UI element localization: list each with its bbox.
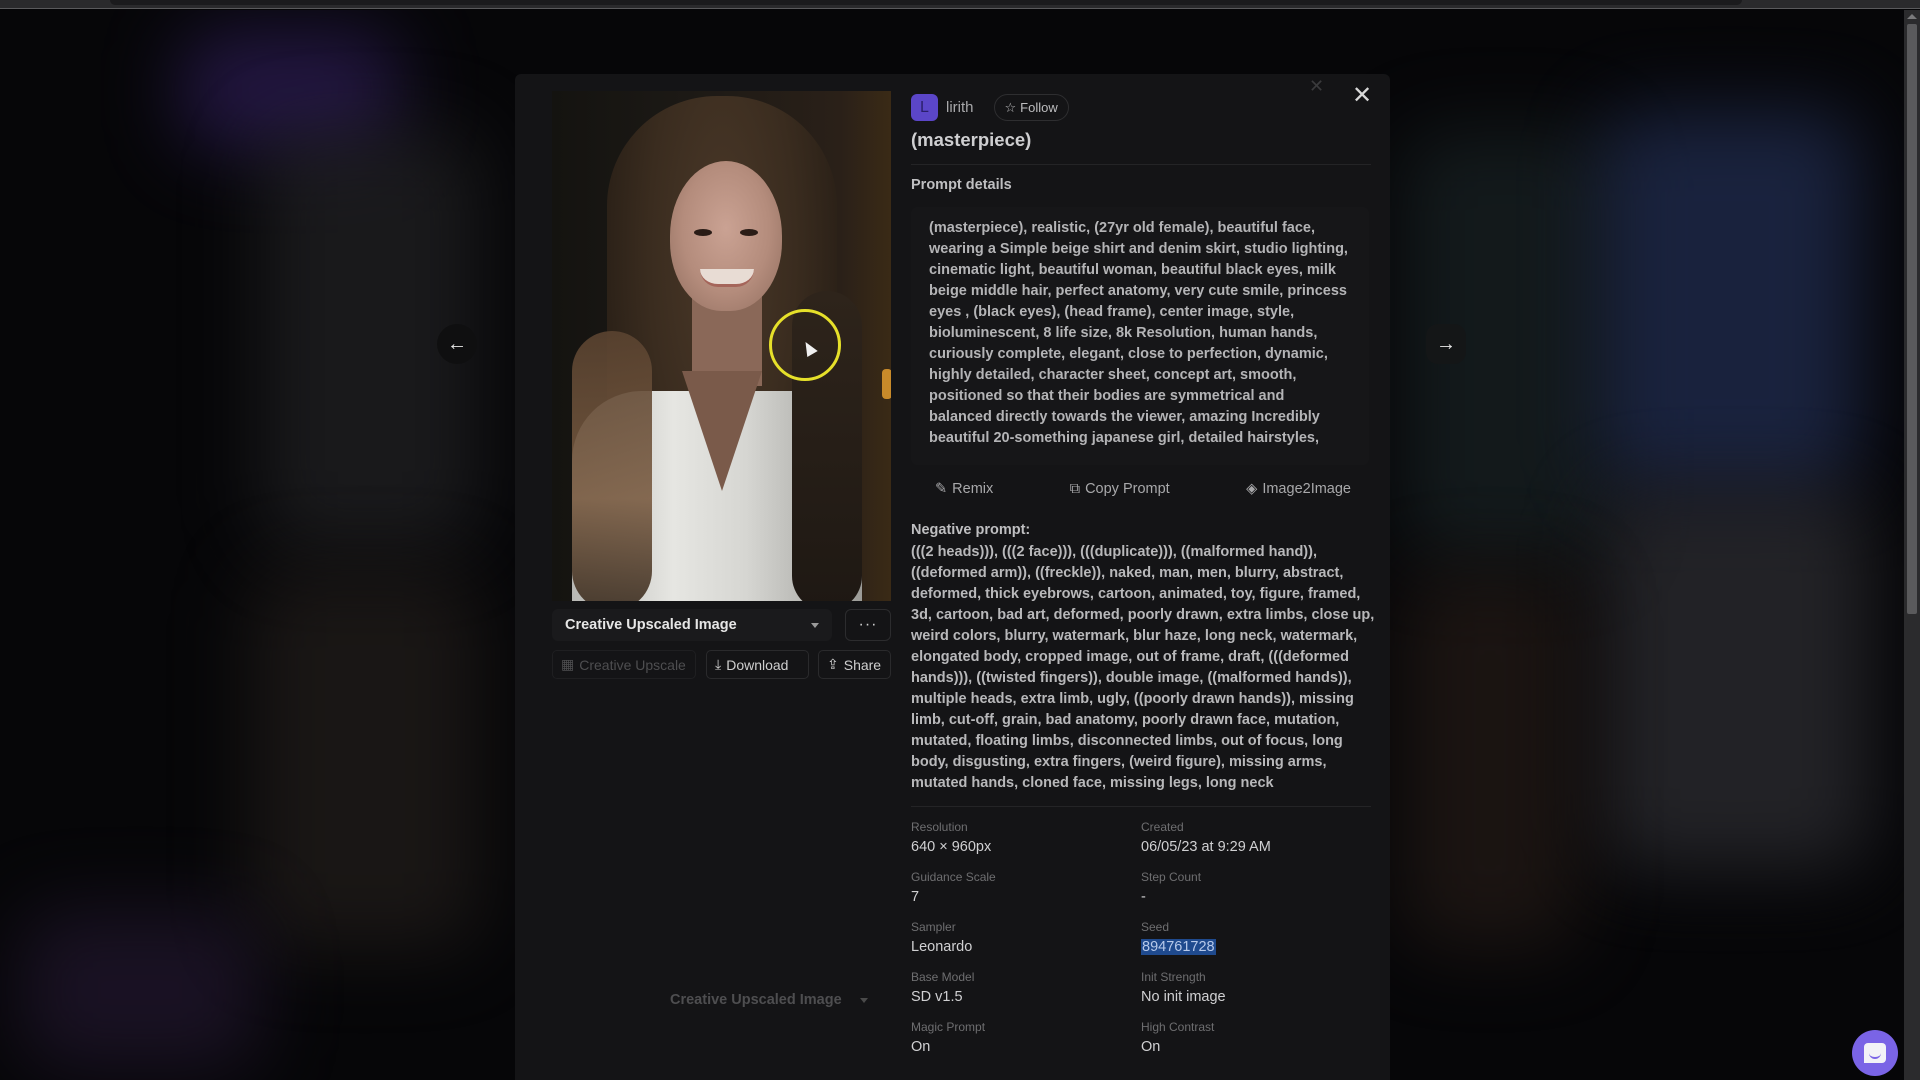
avatar-initial: L <box>920 98 929 116</box>
browser-tab-bar <box>110 0 1742 5</box>
meta-value: 640 × 960px <box>911 839 992 855</box>
copy-icon: ⧉ <box>1069 481 1081 497</box>
image-light-accent <box>882 369 891 399</box>
ghost-variant-select-value: Creative Upscaled Image <box>670 992 842 1008</box>
title-divider <box>911 164 1371 165</box>
copy-prompt-label: Copy Prompt <box>1085 481 1170 497</box>
meta-base-model: Base Model SD v1.5 <box>911 970 1141 1005</box>
faint-close-icon: ✕ <box>1309 76 1325 96</box>
meta-label: Guidance Scale <box>911 870 996 884</box>
meta-value: SD v1.5 <box>911 989 963 1005</box>
meta-step-count: Step Count - <box>1141 870 1371 905</box>
support-chat-button[interactable] <box>1852 1030 1898 1076</box>
meta-label: Sampler <box>911 920 956 934</box>
backdrop-blob <box>1600 110 1860 490</box>
meta-value: On <box>911 1039 931 1055</box>
image-smile <box>700 269 754 287</box>
remix-label: Remix <box>952 481 994 497</box>
image2image-label: Image2Image <box>1262 481 1351 497</box>
share-icon: ⇪ <box>827 656 839 672</box>
image-eye <box>694 229 712 236</box>
meta-magic-prompt: Magic Prompt On <box>911 1020 1141 1055</box>
ellipsis-icon: ··· <box>858 616 878 633</box>
backdrop-blob <box>250 570 480 950</box>
meta-label: Resolution <box>911 820 968 834</box>
meta-value: On <box>1141 1039 1161 1055</box>
follow-button[interactable]: ☆ Follow <box>993 94 1069 121</box>
meta-label: Seed <box>1141 920 1170 934</box>
copy-prompt-button[interactable]: ⧉ Copy Prompt <box>1070 472 1170 506</box>
meta-sampler: Sampler Leonardo <box>911 920 1141 955</box>
meta-value: 06/05/23 at 9:29 AM <box>1141 839 1271 855</box>
meta-value: Leonardo <box>911 939 973 955</box>
meta-seed: Seed 894761728 <box>1141 920 1371 955</box>
prompt-text: (masterpiece), realistic, (27yr old fema… <box>911 207 1369 465</box>
author-name[interactable]: lirith <box>946 99 974 116</box>
scroll-up-arrow-icon[interactable] <box>1907 14 1917 19</box>
meta-created: Created 06/05/23 at 9:29 AM <box>1141 820 1371 855</box>
creative-upscale-button[interactable]: ▦ Creative Upscale <box>552 650 696 679</box>
meta-label: High Contrast <box>1141 1020 1215 1034</box>
metadata-grid: Resolution 640 × 960px Created 06/05/23 at… <box>911 820 1371 1055</box>
backdrop-blob <box>20 910 260 1070</box>
backdrop-blob <box>1600 490 1870 870</box>
previous-image-button[interactable]: ← <box>437 324 477 364</box>
chevron-down-icon <box>811 622 819 628</box>
creative-upscale-label: Creative Upscale <box>579 656 686 673</box>
meta-label: Init Strength <box>1141 970 1206 984</box>
scroll-thumb[interactable] <box>1907 24 1917 614</box>
meta-label: Base Model <box>911 970 975 984</box>
arrow-right-icon: → <box>1436 332 1456 355</box>
meta-value[interactable]: 894761728 <box>1141 939 1371 955</box>
download-button[interactable]: ⤓ Download <box>706 650 809 679</box>
magic-wand-icon: ✎ <box>935 481 948 497</box>
download-label: Download <box>726 656 789 673</box>
share-button[interactable]: ⇪ Share <box>818 650 891 679</box>
meta-init-strength: Init Strength No init image <box>1141 970 1371 1005</box>
chevron-down-icon <box>859 997 868 1003</box>
meta-high-contrast: High Contrast On <box>1141 1020 1371 1055</box>
star-icon: ☆ <box>1004 99 1017 115</box>
metadata-divider <box>911 806 1371 807</box>
meta-resolution: Resolution 640 × 960px <box>911 820 1141 855</box>
meta-value: 7 <box>911 889 920 905</box>
next-image-button[interactable]: → <box>1426 324 1466 364</box>
meta-label: Magic Prompt <box>911 1020 986 1034</box>
remix-button[interactable]: ✎ Remix <box>935 472 993 506</box>
image-variant-select[interactable]: Creative Upscaled Image <box>552 609 832 641</box>
image-eye <box>740 229 758 236</box>
close-modal-button[interactable]: ✕ <box>1350 84 1374 108</box>
image-face <box>670 161 782 311</box>
prompt-actions: ✎ Remix ⧉ Copy Prompt ◈ Image2Image <box>911 472 1369 506</box>
more-options-button[interactable]: ··· <box>845 609 891 641</box>
layers-icon: ◈ <box>1246 481 1258 497</box>
ghost-variant-select: Creative Upscaled Image <box>670 992 868 1008</box>
meta-label: Step Count <box>1141 870 1202 884</box>
image-variant-select-value: Creative Upscaled Image <box>565 617 737 633</box>
follow-label: Follow <box>1020 100 1058 115</box>
close-icon: ✕ <box>1351 82 1373 109</box>
chat-icon <box>1864 1043 1886 1063</box>
meta-value: No init image <box>1141 989 1226 1005</box>
prompt-details-label: Prompt details <box>911 177 1012 193</box>
image2image-button[interactable]: ◈ Image2Image <box>1246 472 1351 506</box>
image-title: (masterpiece) <box>911 129 1032 150</box>
backdrop-blob <box>1400 570 1580 950</box>
share-label: Share <box>843 656 882 673</box>
meta-guidance-scale: Guidance Scale 7 <box>911 870 1141 905</box>
avatar[interactable]: L <box>911 94 938 121</box>
arrow-left-icon: ← <box>447 332 467 355</box>
page-scrollbar[interactable] <box>1904 10 1920 1080</box>
negative-prompt-text: (((2 heads))), (((2 face))), (((duplicat… <box>911 544 1375 791</box>
upscale-grid-icon: ▦ <box>561 656 575 672</box>
browser-top-strip <box>0 0 1920 9</box>
negative-prompt-label: Negative prompt: <box>911 522 1031 538</box>
image-hair-left <box>572 331 652 601</box>
download-icon: ⤓ <box>715 656 722 672</box>
seed-value-selected[interactable]: 894761728 <box>1141 939 1216 955</box>
meta-label: Created <box>1141 820 1184 834</box>
author-row: L lirith ☆ Follow <box>911 94 1069 121</box>
meta-value: - <box>1141 889 1146 905</box>
